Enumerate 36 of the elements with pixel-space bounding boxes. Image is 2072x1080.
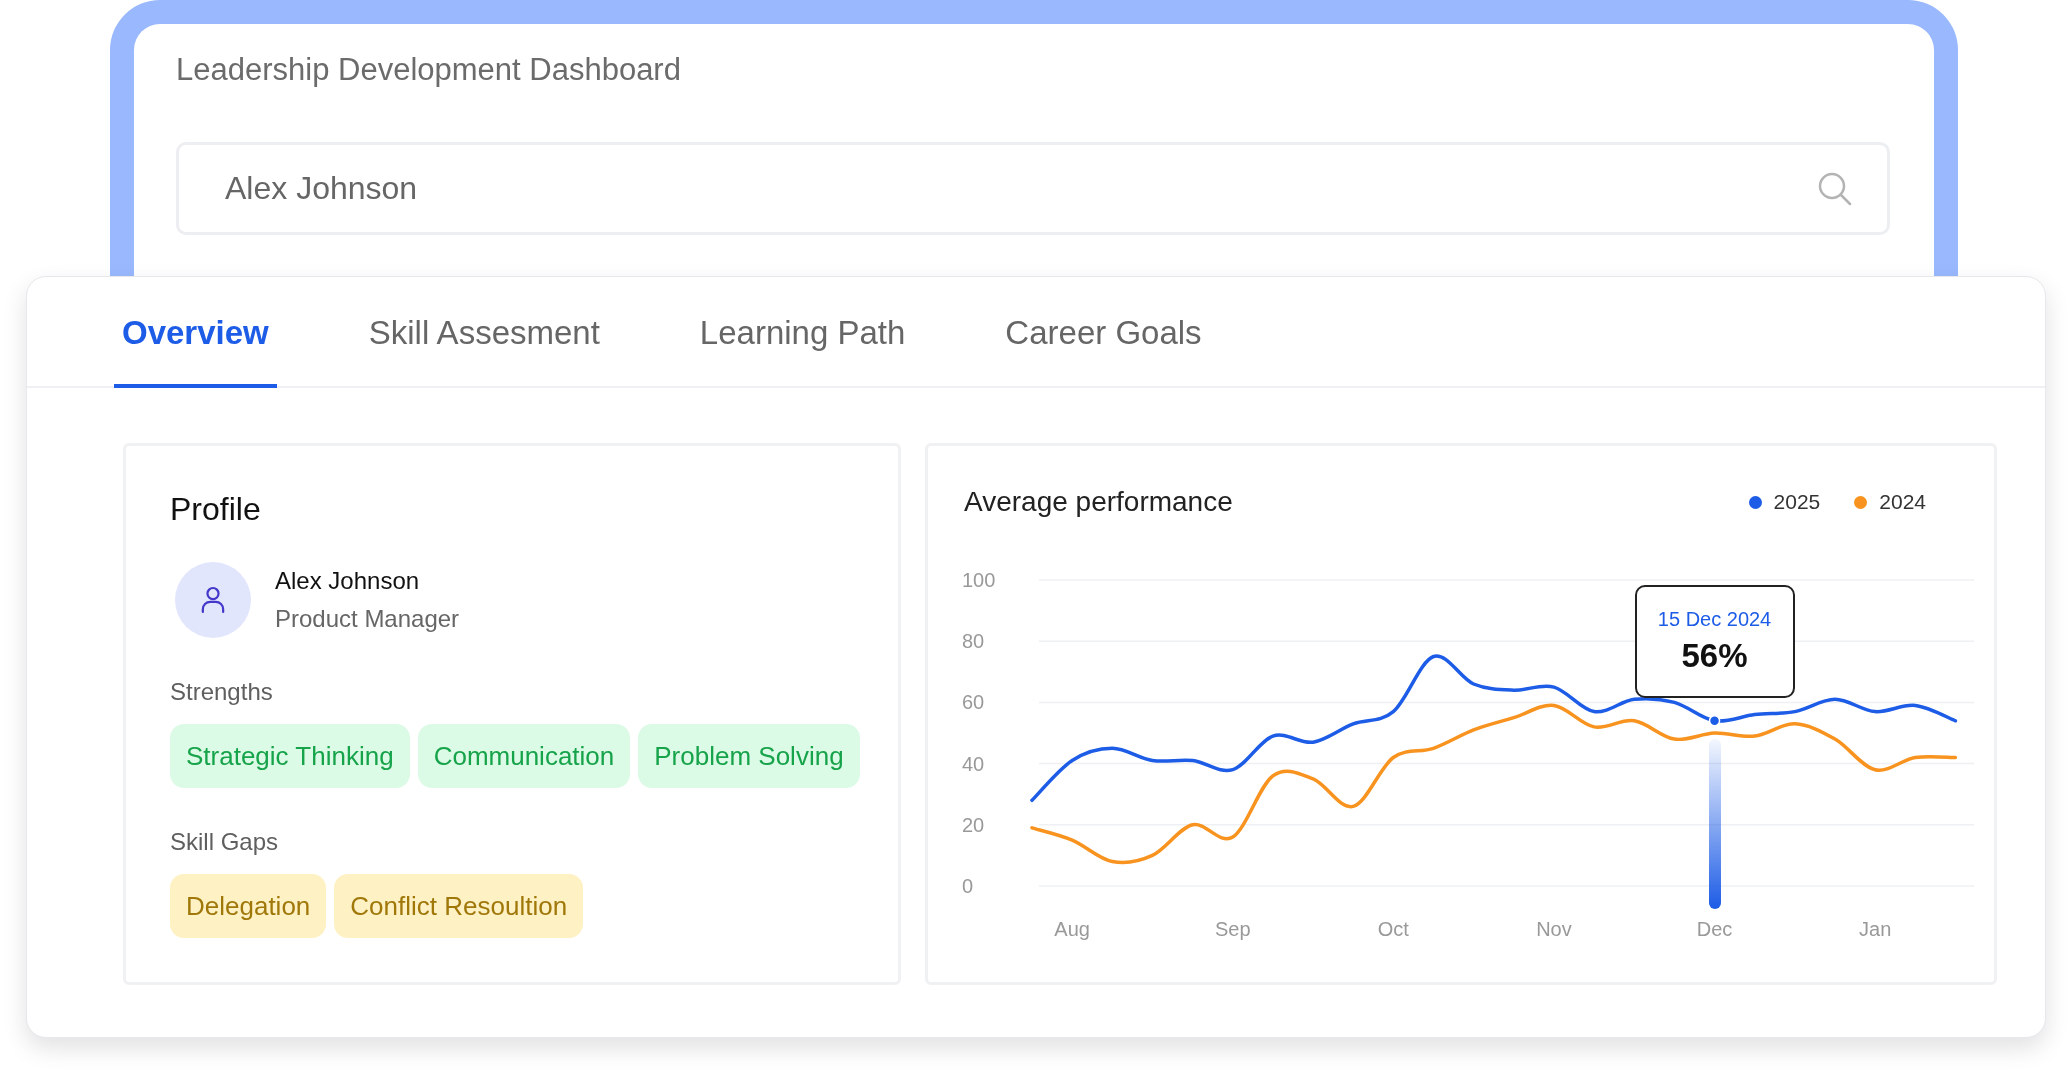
- tab[interactable]: Career Goals: [997, 277, 1210, 388]
- strength-tag: Communication: [417, 724, 631, 788]
- person-name: Alex Johnson: [275, 567, 421, 595]
- x-axis-label: Oct: [1377, 918, 1409, 940]
- skill-gap-tag: Conflict Resoultion: [334, 874, 584, 938]
- strength-tag: Strategic Thinking: [170, 724, 410, 788]
- x-axis-label: Nov: [1536, 918, 1572, 940]
- tab[interactable]: Learning Path: [691, 277, 914, 388]
- x-axis-label: Sep: [1214, 918, 1251, 940]
- y-axis-label: 40: [962, 752, 985, 775]
- search-icon[interactable]: [1817, 170, 1853, 207]
- strength-tag: Problem Solving: [638, 724, 860, 788]
- y-axis-label: 60: [962, 691, 985, 714]
- app-title: Leadership Development Dashboard: [176, 52, 682, 88]
- skill-gap-tag: Delegation: [170, 874, 327, 938]
- card-title: Profile: [170, 491, 262, 528]
- x-axis-label: Dec: [1696, 918, 1733, 940]
- search-field[interactable]: Alex Johnson: [176, 142, 1890, 235]
- x-axis-label: Aug: [1054, 918, 1090, 940]
- tooltip-date: 15 Dec 2024: [1657, 607, 1772, 631]
- person-role: Product Manager: [275, 605, 460, 633]
- section-label: Strengths: [170, 678, 274, 706]
- y-axis-label: 0: [962, 875, 974, 897]
- y-axis-label: 80: [962, 630, 985, 653]
- legend-label: 2024: [1879, 490, 1926, 514]
- tab[interactable]: Overview: [114, 277, 277, 388]
- user-icon: [201, 586, 225, 614]
- tooltip-value: 56%: [1681, 636, 1748, 675]
- section-label: Skill Gaps: [170, 828, 280, 856]
- tab[interactable]: Skill Assesment: [360, 277, 608, 388]
- legend-label: 2025: [1773, 490, 1821, 514]
- x-axis-label: Jan: [1859, 918, 1892, 940]
- chart-title: Average performance: [964, 486, 1233, 518]
- y-axis-label: 100: [962, 569, 996, 591]
- y-axis-label: 20: [962, 813, 985, 836]
- data-point: [1708, 715, 1721, 727]
